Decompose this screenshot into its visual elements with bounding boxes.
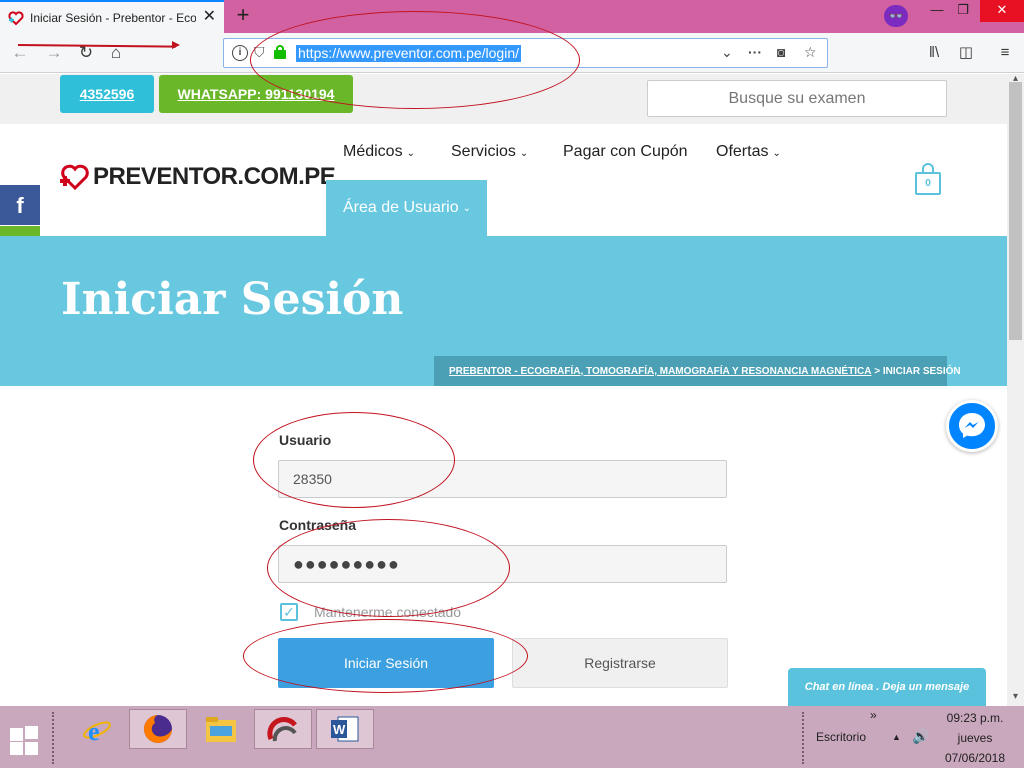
menu-ofertas[interactable]: Ofertas ⌄	[716, 143, 781, 161]
preventor-favicon-icon	[8, 10, 24, 25]
phone-link[interactable]: 4352596	[60, 75, 154, 113]
menu-ofertas-label: Ofertas	[716, 143, 769, 160]
windows-taskbar: e W » Escritorio ▲ 🔊 09:23 p.m. jueves 0…	[0, 706, 1024, 768]
tab-title: Iniciar Sesión - Prebentor - Eco	[30, 10, 196, 25]
toolbar-expand-icon[interactable]: »	[870, 708, 877, 722]
svg-text:W: W	[333, 722, 346, 737]
page-scrollbar[interactable]: ▴ ▾	[1007, 74, 1024, 706]
svg-text:e: e	[88, 717, 100, 746]
breadcrumb-separator: >	[871, 365, 883, 377]
system-clock[interactable]: 09:23 p.m. jueves 07/06/2018	[940, 708, 1010, 768]
url-dropdown-icon[interactable]: ⌄	[721, 44, 733, 61]
bookmark-star-icon[interactable]: ☆	[804, 44, 817, 61]
chevron-down-icon: ⌄	[519, 148, 529, 159]
chevron-down-icon: ⌄	[462, 202, 472, 214]
menu-pagar-cupon[interactable]: Pagar con Cupón	[563, 143, 688, 161]
firefox-icon[interactable]	[129, 709, 187, 749]
menu-medicos-label: Médicos	[343, 143, 403, 160]
app-arc-icon[interactable]	[254, 709, 312, 749]
menu-area-usuario[interactable]: Área de Usuario ⌄	[326, 180, 487, 236]
sidebar-icon[interactable]: ◫	[954, 41, 978, 65]
page-title: Iniciar Sesión	[61, 274, 404, 325]
desktop-toolbar-label[interactable]: Escritorio	[816, 730, 866, 744]
breadcrumb-current: INICIAR SESIÓN	[882, 365, 961, 377]
annotation-circle-url	[250, 11, 580, 109]
tray-grip	[802, 712, 808, 764]
whatsapp-share-icon[interactable]	[0, 226, 40, 236]
volume-icon[interactable]: 🔊	[912, 728, 929, 745]
site-logo[interactable]: PREVENTOR.COM.PE	[60, 162, 336, 192]
chevron-down-icon: ⌄	[772, 148, 781, 159]
private-browsing-icon: 👓	[884, 5, 908, 27]
internet-explorer-icon[interactable]: e	[68, 709, 126, 749]
menu-hamburger-icon[interactable]: ≡	[993, 41, 1017, 65]
clock-day: jueves	[957, 731, 993, 745]
maximize-button[interactable]: ❐	[948, 0, 978, 22]
exam-search-input[interactable]: Busque su examen	[647, 80, 947, 117]
annotation-circle-login	[243, 619, 528, 693]
menu-medicos[interactable]: Médicos ⌄	[343, 143, 415, 161]
close-window-button[interactable]: ✕	[980, 0, 1024, 22]
clock-time: 09:23 p.m.	[946, 711, 1004, 725]
messenger-chat-icon[interactable]	[946, 400, 998, 452]
clock-date: 07/06/2018	[944, 751, 1006, 765]
scroll-down-icon[interactable]: ▾	[1007, 692, 1024, 702]
shopping-cart-icon[interactable]: 0	[915, 163, 941, 195]
breadcrumb-home-link[interactable]: PREBENTOR - ECOGRAFÍA, TOMOGRAFÍA, MAMOG…	[449, 366, 871, 377]
menu-servicios-label: Servicios	[451, 143, 516, 160]
register-button[interactable]: Registrarse	[512, 638, 728, 688]
scroll-thumb[interactable]	[1009, 82, 1022, 340]
page-info-icon[interactable]: i	[232, 45, 248, 61]
windows-start-icon[interactable]	[10, 726, 40, 756]
menu-cupon-label: Pagar con Cupón	[563, 143, 688, 160]
annotation-circle-username	[253, 412, 455, 508]
page-actions-icon[interactable]: ···	[748, 44, 762, 60]
live-chat-box[interactable]: Chat en línea . Deja un mensaje	[788, 668, 986, 706]
new-tab-button[interactable]: +	[230, 3, 256, 29]
facebook-share-icon[interactable]: f	[0, 185, 40, 225]
library-icon[interactable]: ‖\	[922, 41, 946, 65]
chevron-down-icon: ⌄	[406, 148, 415, 159]
menu-servicios[interactable]: Servicios ⌄	[451, 143, 528, 161]
pocket-icon[interactable]: ◙	[777, 44, 785, 60]
menu-usuario-label: Área de Usuario	[343, 199, 459, 216]
logo-text: PREVENTOR.COM.PE	[93, 163, 336, 190]
remember-me-checkbox[interactable]: ✓	[280, 603, 298, 621]
cart-count: 0	[915, 172, 941, 195]
breadcrumb: PREBENTOR - ECOGRAFÍA, TOMOGRAFÍA, MAMOG…	[434, 356, 961, 386]
word-icon[interactable]: W	[316, 709, 374, 749]
file-explorer-icon[interactable]	[192, 709, 250, 749]
logo-heart-icon	[60, 164, 89, 191]
annotation-circle-password	[267, 519, 510, 617]
browser-tab[interactable]: Iniciar Sesión - Prebentor - Eco ✕	[0, 0, 224, 33]
annotation-arrow-head	[172, 41, 180, 49]
show-hidden-icons-icon[interactable]: ▲	[892, 732, 901, 742]
taskbar-grip	[52, 712, 58, 764]
tab-close-icon[interactable]: ✕	[203, 9, 216, 25]
